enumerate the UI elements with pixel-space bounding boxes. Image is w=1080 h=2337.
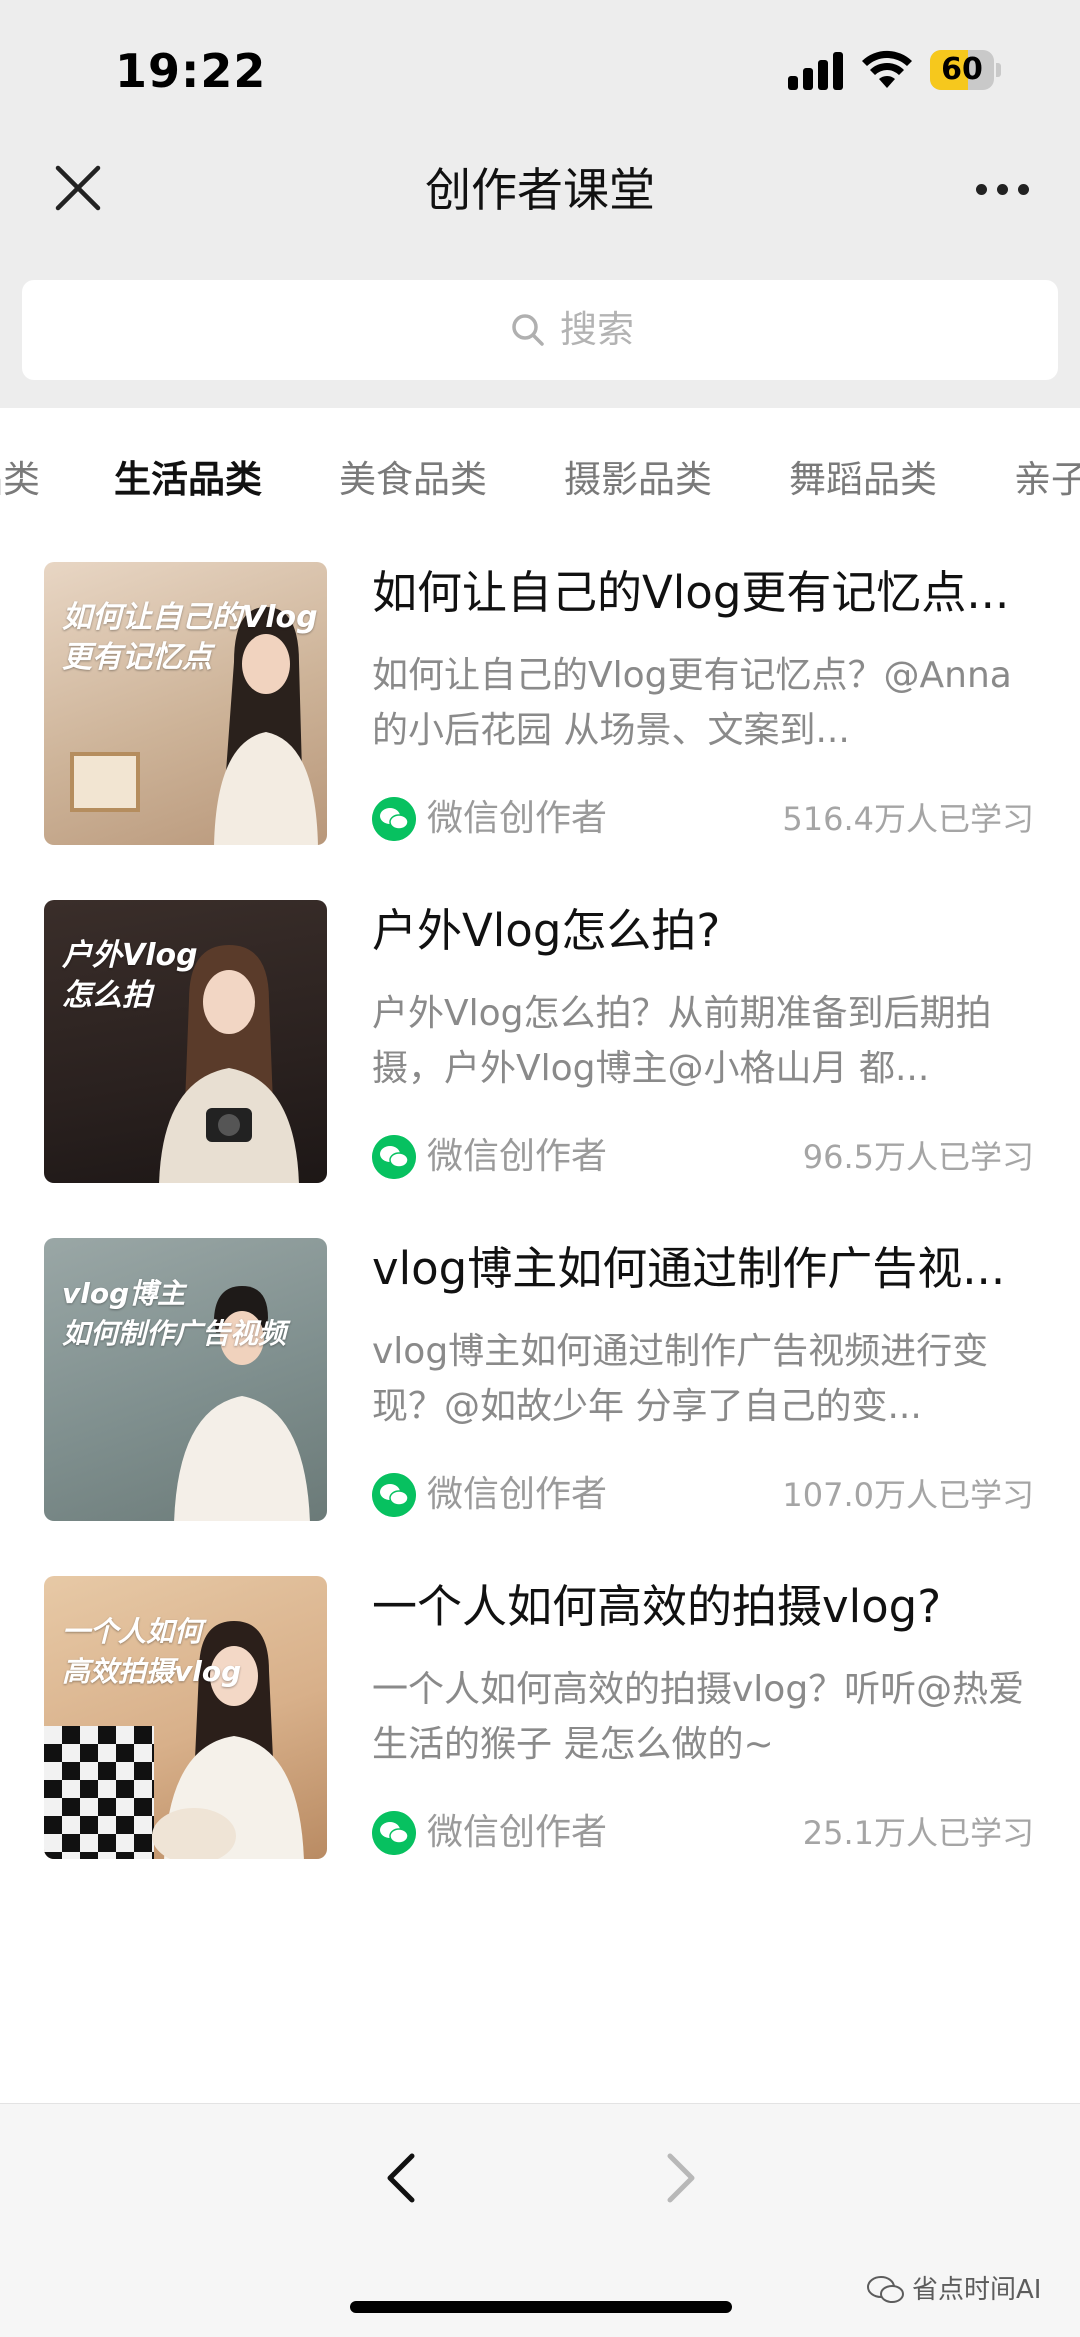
course-thumbnail: 户外Vlog 怎么拍	[44, 900, 327, 1183]
course-title: 一个人如何高效的拍摄vlog?	[372, 1580, 942, 1633]
course-title: vlog博主如何通过制作广告视...	[372, 1242, 1006, 1295]
battery-indicator: 60	[930, 50, 1002, 90]
course-description: 如何让自己的Vlog更有记忆点？@Anna的小后花园 从场景、文案到...	[372, 655, 1012, 751]
course-thumbnail: 如何让自己的Vlog 更有记忆点	[44, 562, 327, 845]
thumb-title-line: vlog博主	[62, 1277, 186, 1310]
tab-life[interactable]: 生活品类	[114, 454, 262, 506]
course-description: 一个人如何高效的拍摄vlog？听听@热爱生活的猴子 是怎么做的~	[372, 1669, 1025, 1765]
course-meta: 微信创作者 25.1万人已学习	[372, 1808, 1034, 1858]
chevron-left-icon[interactable]	[376, 2148, 426, 2208]
list-item[interactable]: 如何让自己的Vlog 更有记忆点 如何让自己的Vlog更有记忆点... 如何让自己…	[0, 562, 1080, 862]
course-description: vlog博主如何通过制作广告视频进行变现？@如故少年 分享了自己的变...	[372, 1331, 989, 1427]
watermark: 省点时间AI	[866, 2270, 1066, 2310]
wechat-icon	[372, 1473, 416, 1517]
tab-dance[interactable]: 舞蹈品类	[789, 454, 937, 506]
tab-parenting[interactable]: 亲子	[1014, 454, 1080, 506]
tab-photography[interactable]: 摄影品类	[564, 454, 712, 506]
home-indicator[interactable]	[350, 2301, 732, 2313]
list-item[interactable]: 一个人如何高效拍摄vlog 一个人如何高效的拍摄vlog? 一个人如何高效的拍摄…	[0, 1576, 1080, 1876]
course-description: 户外Vlog怎么拍？从前期准备到后期拍摄，户外Vlog博主@小格山月 都...	[372, 993, 992, 1089]
category-tabs: 品类 生活品类 美食品类 摄影品类 舞蹈品类 亲子	[0, 440, 1080, 520]
thumb-title-line: 怎么拍	[62, 978, 152, 1013]
tab-category-partial[interactable]: 品类	[0, 454, 40, 506]
watermark-text: 省点时间AI	[912, 2275, 1042, 2305]
learner-count: 516.4万人已学习	[782, 800, 1034, 838]
course-meta: 微信创作者 96.5万人已学习	[372, 1132, 1034, 1182]
battery-level: 60	[941, 52, 983, 87]
list-item[interactable]: vlog博主如何制作广告视频 vlog博主如何通过制作广告视... vlog博主…	[0, 1238, 1080, 1538]
author-name: 微信创作者	[427, 1474, 608, 1515]
thumb-title-line: 如何让自己的Vlog	[62, 600, 318, 635]
wifi-icon	[862, 50, 912, 88]
cellular-signal-icon	[788, 52, 844, 90]
chevron-right-icon[interactable]	[656, 2148, 706, 2208]
course-title: 如何让自己的Vlog更有记忆点...	[372, 566, 1010, 619]
wechat-icon	[372, 1135, 416, 1179]
course-thumbnail: vlog博主如何制作广告视频	[44, 1238, 327, 1521]
thumb-title-line: 如何制作广告视频	[62, 1317, 287, 1350]
search-placeholder: 搜索	[560, 308, 634, 351]
thumb-title-line: 更有记忆点	[62, 640, 212, 675]
course-meta: 微信创作者 516.4万人已学习	[372, 794, 1034, 844]
tab-food[interactable]: 美食品类	[339, 454, 487, 506]
author-name: 微信创作者	[427, 1136, 608, 1177]
search-bar[interactable]: 搜索	[22, 280, 1058, 380]
search-icon	[512, 314, 544, 346]
learner-count: 96.5万人已学习	[802, 1138, 1034, 1176]
learner-count: 25.1万人已学习	[802, 1814, 1034, 1852]
course-title: 户外Vlog怎么拍?	[372, 904, 721, 957]
learner-count: 107.0万人已学习	[782, 1476, 1034, 1514]
course-thumbnail: 一个人如何高效拍摄vlog	[44, 1576, 327, 1859]
list-item[interactable]: 户外Vlog 怎么拍 户外Vlog怎么拍? 户外Vlog怎么拍？从前期准备到后期拍…	[0, 900, 1080, 1200]
wechat-icon	[372, 1811, 416, 1855]
status-time: 19:22	[115, 44, 267, 98]
author-name: 微信创作者	[427, 1812, 608, 1853]
page-title: 创作者课堂	[425, 163, 655, 217]
wechat-logo-icon	[867, 2276, 904, 2303]
thumb-title-line: 高效拍摄vlog	[62, 1655, 242, 1688]
status-bar: 19:22 60	[0, 0, 1080, 140]
thumb-title-line: 户外Vlog	[62, 938, 198, 973]
more-dots-icon[interactable]	[970, 172, 1036, 208]
thumb-title-line: 一个人如何	[62, 1615, 203, 1648]
author-name: 微信创作者	[427, 798, 608, 839]
wechat-icon	[372, 797, 416, 841]
course-meta: 微信创作者 107.0万人已学习	[372, 1470, 1034, 1520]
